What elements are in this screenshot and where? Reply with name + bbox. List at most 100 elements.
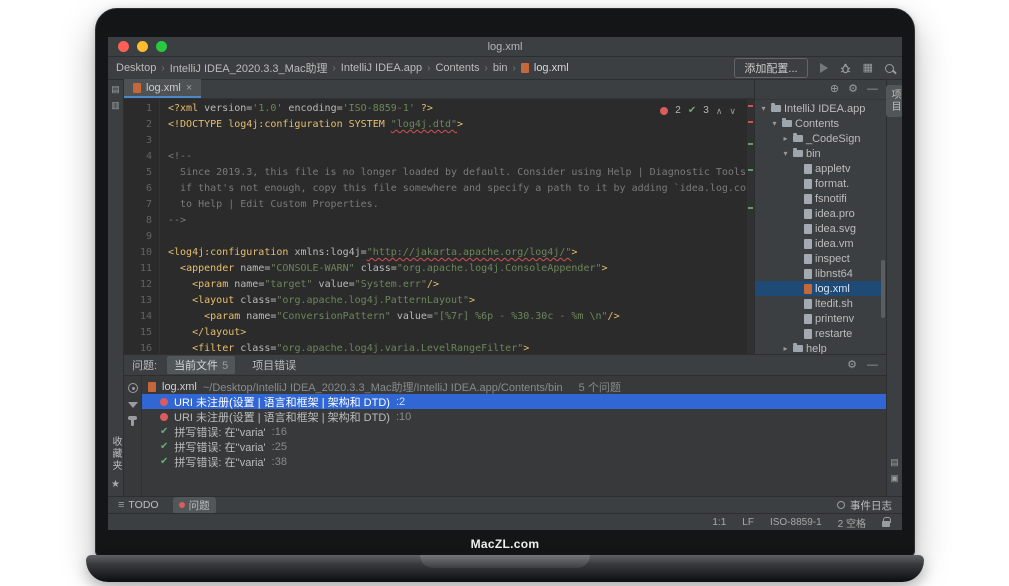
folder-icon bbox=[793, 150, 803, 157]
project-tree[interactable]: ▾IntelliJ IDEA.app▾Contents▸_CodeSign▾bi… bbox=[755, 100, 886, 354]
code-line[interactable]: if that's not enough, copy this file som… bbox=[168, 181, 747, 197]
code-line[interactable]: <appender name="CONSOLE-WARN" class="org… bbox=[168, 261, 747, 277]
problem-row[interactable]: ✔拼写错误: 在''varia':38 bbox=[142, 454, 886, 469]
run-icon[interactable] bbox=[820, 63, 828, 73]
problems-file-row[interactable]: log.xml ~/Desktop/IntelliJ IDEA_2020.3.3… bbox=[142, 379, 886, 394]
hide-panel-icon[interactable]: — bbox=[867, 84, 878, 95]
line-number: 5 bbox=[124, 165, 152, 181]
caret-position[interactable]: 1:1 bbox=[712, 517, 726, 528]
layers-tool-icon[interactable]: ▤ bbox=[890, 458, 899, 467]
database-tool-icon[interactable]: ▣ bbox=[890, 474, 899, 483]
editor-tab-log-xml[interactable]: log.xml × bbox=[124, 79, 201, 98]
code-token: <param bbox=[192, 279, 234, 290]
code-line[interactable]: <filter class="org.apache.log4j.varia.Le… bbox=[168, 341, 747, 354]
event-log-button[interactable]: 事件日志 bbox=[837, 498, 892, 513]
more-tools-icon[interactable]: ▦ bbox=[863, 63, 873, 74]
preview-eye-icon[interactable] bbox=[128, 383, 138, 393]
tree-item[interactable]: ltedit.sh bbox=[755, 296, 886, 311]
code-line[interactable]: <log4j:configuration xmlns:log4j="http:/… bbox=[168, 245, 747, 261]
tree-item[interactable]: ▾bin bbox=[755, 146, 886, 161]
code-line[interactable]: <param name="target" value="System.err"/… bbox=[168, 277, 747, 293]
file-icon bbox=[804, 179, 812, 189]
code-area[interactable]: <?xml version='1.0' encoding='ISO-8859-1… bbox=[160, 99, 747, 354]
tree-item[interactable]: ▸help bbox=[755, 341, 886, 354]
tree-item-label: libnst64 bbox=[815, 268, 853, 280]
chevron-down-icon[interactable]: ▾ bbox=[759, 104, 768, 113]
code-line[interactable]: <!-- bbox=[168, 149, 747, 165]
todo-tool-button[interactable]: ≡ TODO bbox=[118, 499, 159, 511]
tree-scrollbar[interactable] bbox=[881, 260, 885, 318]
tree-item[interactable]: printenv bbox=[755, 311, 886, 326]
bookmarks-star-icon[interactable]: ★ bbox=[111, 479, 120, 490]
favorites-tool-button[interactable]: 收藏夹 bbox=[108, 436, 123, 472]
minimize-panel-icon[interactable]: — bbox=[867, 360, 878, 371]
problem-row[interactable]: ✔拼写错误: 在''varia':16 bbox=[142, 424, 886, 439]
breadcrumb-item[interactable]: Contents bbox=[435, 62, 479, 74]
project-tool-button[interactable]: 项目 bbox=[886, 85, 902, 117]
code-line[interactable]: <layout class="org.apache.log4j.PatternL… bbox=[168, 293, 747, 309]
pin-icon[interactable] bbox=[131, 417, 134, 426]
problem-line-number: :38 bbox=[272, 456, 287, 468]
tree-item[interactable]: restarte bbox=[755, 326, 886, 341]
gear-icon[interactable]: ⚙ bbox=[847, 360, 857, 371]
file-encoding[interactable]: ISO-8859-1 bbox=[770, 517, 822, 528]
tree-item[interactable]: format. bbox=[755, 176, 886, 191]
code-token: <?xml bbox=[168, 103, 204, 114]
breadcrumb-item[interactable]: IntelliJ IDEA_2020.3.3_Mac助理 bbox=[170, 60, 328, 76]
line-number: 7 bbox=[124, 197, 152, 213]
code-editor[interactable]: 12345678910111213141516 <?xml version='1… bbox=[124, 99, 754, 354]
code-line[interactable] bbox=[168, 133, 747, 149]
tree-item[interactable]: ▸_CodeSign bbox=[755, 131, 886, 146]
search-everywhere-icon[interactable] bbox=[885, 64, 894, 73]
structure-tool-icon[interactable]: ▥ bbox=[111, 101, 120, 110]
code-line[interactable] bbox=[168, 229, 747, 245]
code-line[interactable]: <param name="ConversionPattern" value="[… bbox=[168, 309, 747, 325]
breadcrumb-item[interactable]: log.xml bbox=[534, 62, 569, 74]
close-tab-icon[interactable]: × bbox=[186, 82, 192, 94]
typo-check-icon: ✔ bbox=[160, 441, 168, 452]
debug-bug-icon[interactable] bbox=[840, 63, 851, 74]
tree-item-label: restarte bbox=[815, 328, 852, 340]
chevron-down-icon[interactable]: ▾ bbox=[781, 149, 790, 158]
code-token: "log4j.dtd" bbox=[391, 119, 457, 130]
line-separator[interactable]: LF bbox=[742, 517, 754, 528]
problems-tool-button[interactable]: 问题 bbox=[173, 497, 216, 514]
commit-tool-icon[interactable]: ▤ bbox=[111, 85, 120, 94]
chevron-right-icon[interactable]: ▸ bbox=[781, 344, 790, 353]
breadcrumb-item[interactable]: bin bbox=[493, 62, 508, 74]
xml-file-icon bbox=[521, 63, 529, 73]
tree-item[interactable]: log.xml bbox=[755, 281, 886, 296]
tab-current-file[interactable]: 当前文件5 bbox=[167, 356, 235, 374]
code-line[interactable]: --> bbox=[168, 213, 747, 229]
gear-icon[interactable]: ⚙ bbox=[848, 84, 858, 95]
problem-row[interactable]: URI 未注册(设置 | 语言和框架 | 架构和 DTD):10 bbox=[142, 409, 886, 424]
tree-item[interactable]: fsnotifi bbox=[755, 191, 886, 206]
tree-item[interactable]: idea.svg bbox=[755, 221, 886, 236]
add-configuration-button[interactable]: 添加配置... bbox=[734, 58, 807, 78]
chevron-right-icon[interactable]: ▸ bbox=[781, 134, 790, 143]
chevron-down-icon[interactable]: ▾ bbox=[770, 119, 779, 128]
tree-item[interactable]: appletv bbox=[755, 161, 886, 176]
next-problem-icon[interactable]: ∨ bbox=[729, 103, 736, 119]
readonly-lock-icon[interactable] bbox=[882, 521, 890, 527]
tree-item[interactable]: ▾IntelliJ IDEA.app bbox=[755, 101, 886, 116]
problem-row[interactable]: ✔拼写错误: 在''varia':25 bbox=[142, 439, 886, 454]
indent-setting[interactable]: 2 空格 bbox=[838, 515, 866, 530]
breadcrumb-item[interactable]: IntelliJ IDEA.app bbox=[341, 62, 422, 74]
problem-row[interactable]: URI 未注册(设置 | 语言和框架 | 架构和 DTD):2 bbox=[142, 394, 886, 409]
tree-item[interactable]: idea.vm bbox=[755, 236, 886, 251]
previous-problem-icon[interactable]: ∧ bbox=[716, 103, 723, 119]
tree-item[interactable]: idea.pro bbox=[755, 206, 886, 221]
code-line[interactable]: Since 2019.3, this file is no longer loa… bbox=[168, 165, 747, 181]
tree-item[interactable]: inspect bbox=[755, 251, 886, 266]
error-stripe[interactable] bbox=[747, 99, 754, 354]
code-line[interactable]: to Help | Edit Custom Properties. bbox=[168, 197, 747, 213]
code-line[interactable]: </layout> bbox=[168, 325, 747, 341]
tree-item[interactable]: ▾Contents bbox=[755, 116, 886, 131]
tree-item[interactable]: libnst64 bbox=[755, 266, 886, 281]
code-token: name= bbox=[240, 263, 270, 274]
breadcrumb-item[interactable]: Desktop bbox=[116, 62, 156, 74]
filter-icon[interactable] bbox=[128, 402, 138, 408]
tab-project-errors[interactable]: 项目错误 bbox=[245, 356, 303, 374]
locate-file-icon[interactable]: ⊕ bbox=[830, 84, 839, 95]
